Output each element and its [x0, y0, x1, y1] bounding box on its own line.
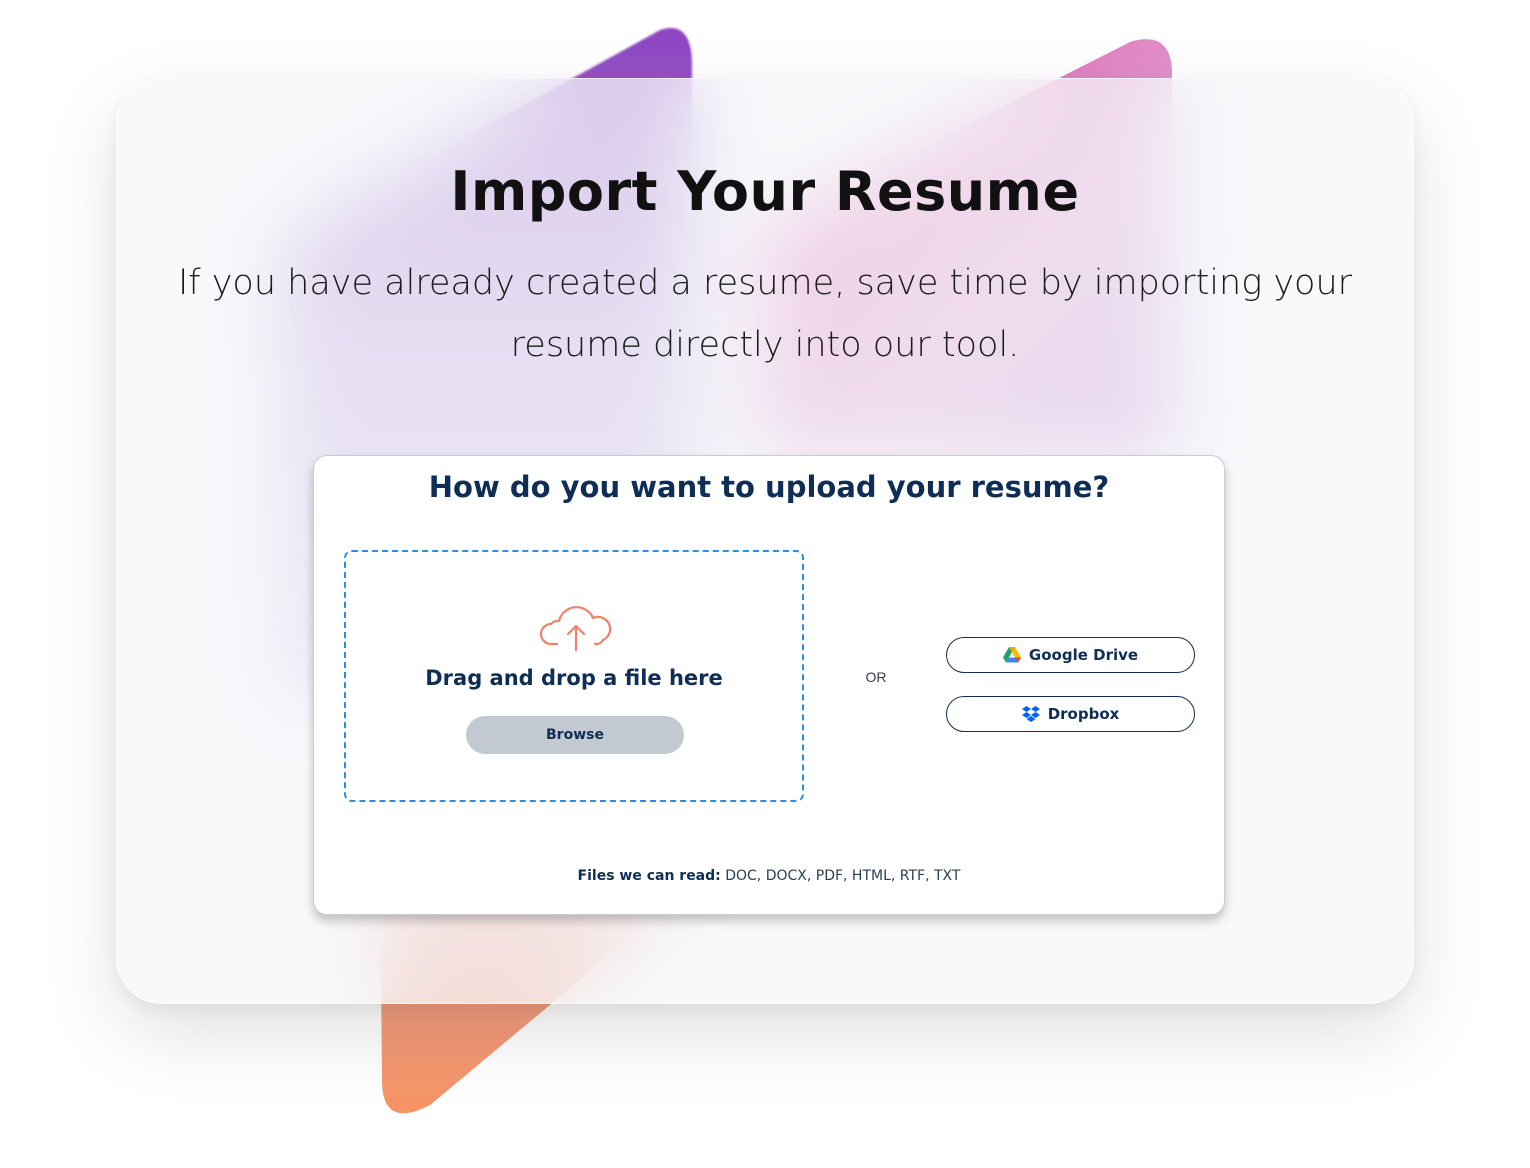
google-drive-button[interactable]: Google Drive [946, 637, 1195, 673]
upload-question: How do you want to upload your resume? [428, 470, 1110, 504]
dropzone-text: Drag and drop a file here [425, 666, 723, 690]
page-subtitle: If you have already created a resume, sa… [177, 263, 1353, 365]
google-drive-icon [1002, 647, 1021, 663]
file-dropzone[interactable]: Drag and drop a file here Browse [344, 550, 804, 802]
supported-file-types: Files we can read: DOC, DOCX, PDF, HTML,… [314, 868, 1224, 884]
cloud-upload-icon [539, 606, 612, 652]
dropbox-icon [1021, 706, 1040, 722]
dropbox-label: Dropbox [1047, 705, 1120, 723]
file-types-label: Files we can read: [577, 868, 721, 884]
or-divider-label: OR [865, 669, 887, 685]
file-types-list: DOC, DOCX, PDF, HTML, RTF, TXT [725, 868, 961, 884]
upload-card: How do you want to upload your resume? D… [313, 455, 1225, 915]
page-title: Import Your Resume [450, 160, 1080, 223]
google-drive-label: Google Drive [1028, 646, 1139, 664]
browse-button[interactable]: Browse [466, 716, 684, 754]
dropbox-button[interactable]: Dropbox [946, 696, 1195, 732]
